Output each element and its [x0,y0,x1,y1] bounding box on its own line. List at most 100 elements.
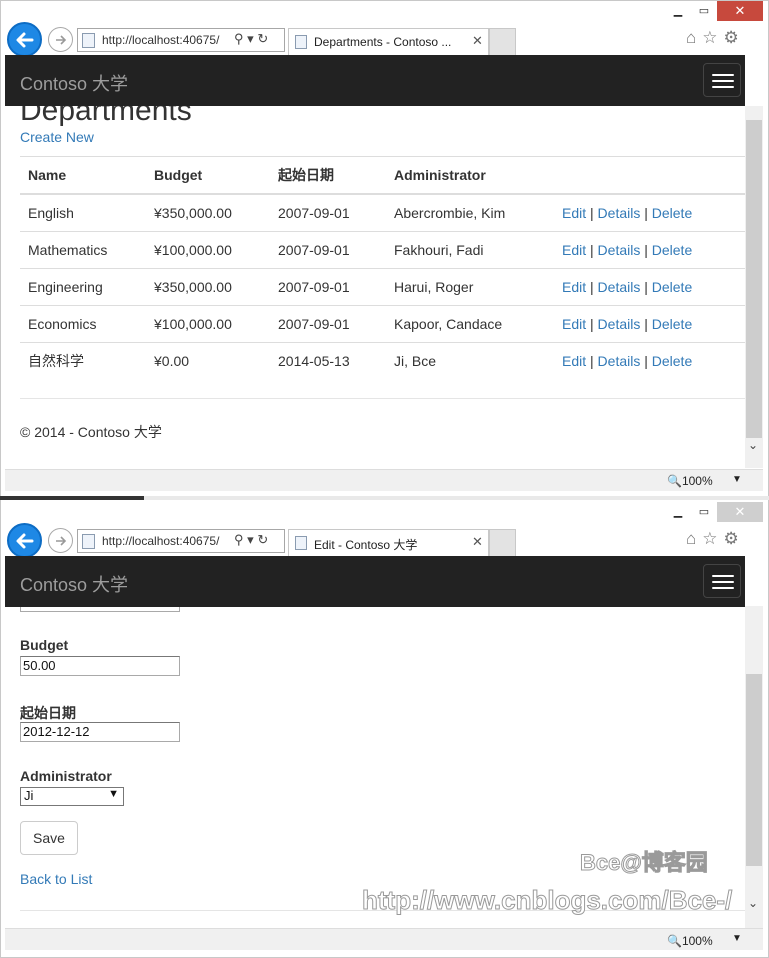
tab-page-icon [295,536,307,550]
close-window-button[interactable]: ✕ [717,1,763,21]
cell-name: English [20,193,146,231]
page-title: Departments [20,106,192,127]
cell-start: 2014-05-13 [270,341,386,379]
hamburger-icon [712,575,734,577]
home-icon[interactable]: ⌂ [686,529,702,548]
cell-name: Economics [20,304,146,342]
back-button[interactable] [7,22,42,57]
vertical-scrollbar[interactable]: ⌄ [745,106,763,468]
gear-icon[interactable]: ⚙ [724,529,745,548]
hamburger-icon-bar [712,80,734,82]
details-link[interactable]: Details [598,353,641,369]
cell-start: 2007-09-01 [270,230,386,268]
delete-link[interactable]: Delete [652,316,692,332]
delete-link[interactable]: Delete [652,279,692,295]
edit-link[interactable]: Edit [562,279,586,295]
scrollbar-thumb[interactable] [746,120,762,438]
cell-actions: Edit | Details | Delete [554,230,745,268]
forward-button[interactable] [48,528,73,553]
new-tab-button[interactable] [489,529,516,556]
vertical-scrollbar[interactable]: ⌄ [745,606,763,928]
budget-input[interactable]: 50.00 [20,656,180,676]
details-link[interactable]: Details [598,316,641,332]
details-link[interactable]: Details [598,279,641,295]
close-window-button[interactable]: ✕ [717,502,763,522]
scrollbar-thumb[interactable] [746,674,762,866]
refresh-icon[interactable]: ↻ [257,31,268,46]
zoom-level[interactable]: 🔍100% [667,474,713,488]
edit-link[interactable]: Edit [562,353,586,369]
dropdown-icon[interactable]: ▾ [247,532,254,547]
delete-link[interactable]: Delete [652,242,692,258]
hamburger-icon-bar [712,587,734,589]
action-separator: | [590,204,594,221]
search-icon[interactable]: ⚲ [234,532,244,547]
start-date-input[interactable]: 2012-12-12 [20,722,180,742]
watermark-url: http://www.cnblogs.com/Bce-/ [361,885,733,916]
new-tab-button[interactable] [489,28,516,55]
brand-link[interactable]: Contoso 大学 [20,70,128,96]
tab-close-icon[interactable]: ✕ [472,33,483,49]
details-link[interactable]: Details [598,205,641,221]
footer-divider [20,398,745,399]
minimize-button[interactable]: ▁ [665,1,691,21]
maximize-button[interactable]: ▭ [691,1,717,21]
menu-toggle-button[interactable] [703,63,741,97]
scroll-down-icon[interactable]: ⌄ [748,438,758,452]
gear-icon[interactable]: ⚙ [724,28,745,47]
cell-start: 2007-09-01 [270,267,386,305]
back-button[interactable] [7,523,42,558]
favorites-star-icon[interactable]: ☆ [702,28,723,47]
tab-page-icon [295,35,307,49]
zoom-dropdown-icon[interactable]: ▼ [732,474,742,485]
zoom-icon: 🔍 [667,934,682,948]
table-row: Mathematics ¥100,000.00 2007-09-01 Fakhouri… [20,230,745,268]
address-bar[interactable]: http://localhost:40675/ ⚲ ▾ ↻ [77,529,285,553]
tab-edit[interactable]: Edit - Contoso 大学 ✕ [288,529,489,556]
tab-title: Departments - Contoso ... [314,35,452,49]
col-administrator: Administrator [386,156,554,195]
favorites-star-icon[interactable]: ☆ [702,529,723,548]
delete-link[interactable]: Delete [652,205,692,221]
edit-link[interactable]: Edit [562,242,586,258]
col-start-date: 起始日期 [270,156,386,195]
back-to-list-link[interactable]: Back to List [20,871,92,887]
address-tools: ⚲ ▾ ↻ [234,31,268,47]
create-new-link[interactable]: Create New [20,129,94,145]
home-icon[interactable]: ⌂ [686,28,702,47]
action-separator: | [644,352,648,369]
administrator-selected: Ji [24,788,34,803]
administrator-select[interactable]: Ji ▼ [20,787,124,806]
cell-admin: Harui, Roger [386,267,554,305]
delete-link[interactable]: Delete [652,353,692,369]
forward-arrow-icon [56,536,67,546]
tab-close-icon[interactable]: ✕ [472,534,483,550]
edit-link[interactable]: Edit [562,205,586,221]
zoom-dropdown-icon[interactable]: ▼ [732,933,742,944]
address-bar[interactable]: http://localhost:40675/ ⚲ ▾ ↻ [77,28,285,52]
menu-toggle-button[interactable] [703,564,741,598]
chevron-down-icon: ▼ [108,788,119,800]
dropdown-icon[interactable]: ▾ [247,31,254,46]
cell-budget: ¥350,000.00 [146,267,270,305]
brand-link[interactable]: Contoso 大学 [20,571,128,597]
cell-start: 2007-09-01 [270,304,386,342]
col-budget: Budget [146,156,270,195]
search-icon[interactable]: ⚲ [234,31,244,46]
page-icon [82,33,95,48]
cell-actions: Edit | Details | Delete [554,193,745,231]
zoom-icon: 🔍 [667,474,682,488]
details-link[interactable]: Details [598,242,641,258]
save-button[interactable]: Save [20,821,78,855]
scroll-down-icon[interactable]: ⌄ [748,896,758,910]
forward-button[interactable] [48,27,73,52]
minimize-button[interactable]: ▁ [665,502,691,522]
zoom-level[interactable]: 🔍100% [667,934,713,948]
cell-budget: ¥100,000.00 [146,230,270,268]
maximize-button[interactable]: ▭ [691,502,717,522]
toolbar-icons: ⌂☆⚙ [686,28,745,48]
edit-link[interactable]: Edit [562,316,586,332]
tab-departments[interactable]: Departments - Contoso ... ✕ [288,28,489,55]
table-header-row: Name Budget 起始日期 Administrator [20,156,745,195]
refresh-icon[interactable]: ↻ [257,532,268,547]
